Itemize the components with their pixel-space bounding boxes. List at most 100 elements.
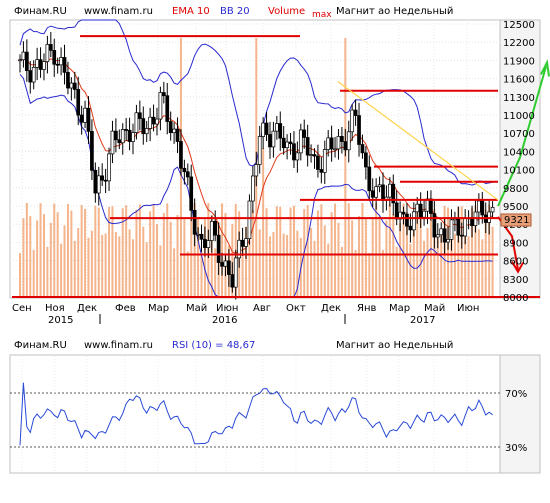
bb-legend: BB 20 [220, 6, 250, 17]
candle-body [326, 137, 331, 150]
candle-body [333, 148, 337, 151]
year-tick-label: 2015 [48, 315, 73, 326]
candle-body [343, 141, 348, 151]
month-tick-label: Янв [357, 303, 376, 314]
volume-bar [368, 252, 371, 298]
candle-body [62, 57, 67, 73]
volume-bar [77, 227, 80, 298]
volume-bar [423, 240, 426, 298]
candle-body [463, 218, 468, 237]
candle-body [21, 51, 26, 61]
candle-body [79, 114, 84, 123]
month-tick-label: Окт [286, 303, 306, 314]
volume-bar [481, 239, 484, 298]
candle-body [216, 234, 221, 263]
candle-body [422, 210, 426, 218]
month-tick-label: Май [186, 303, 207, 314]
candle-body [223, 260, 228, 267]
candle-body [418, 203, 423, 218]
rsi-site-link[interactable]: www.finam.ru [84, 340, 153, 351]
volume-bar [323, 225, 326, 298]
candle-body [230, 274, 235, 288]
candle-body [278, 123, 283, 139]
volume-bar [145, 242, 148, 298]
volume-bar [337, 222, 340, 298]
candle-body [69, 82, 74, 89]
volume-bar [63, 225, 66, 298]
candle-body [387, 183, 392, 198]
month-tick-label: Мар [148, 303, 169, 314]
candle-body [435, 234, 440, 238]
site-link[interactable]: www.finam.ru [84, 6, 153, 17]
candle-body [274, 123, 279, 132]
rsi-scale [499, 354, 541, 474]
candle-body [312, 154, 317, 157]
candle-body [138, 112, 142, 119]
candle-body [244, 238, 248, 247]
candle-body [127, 129, 132, 142]
volume-bar [491, 226, 494, 298]
candle-body [367, 166, 372, 192]
chart-canvas: 12500 12200 11900 11600 11300 11000 10700 10400… [9, 6, 550, 474]
volume-bar [279, 206, 282, 298]
candle-body [490, 207, 495, 213]
rsi-indicator-label: RSI (10) = 48,67 [172, 340, 255, 351]
candle-body [86, 107, 91, 132]
price-tick-label: 11000 [503, 111, 535, 122]
month-tick-label: Фев [115, 303, 136, 314]
volume-bar [313, 240, 316, 298]
volume-bar [176, 215, 179, 298]
volume-bar [385, 220, 388, 298]
candle-body [302, 129, 307, 138]
volume-bar [282, 233, 285, 298]
volume-bar [159, 245, 162, 298]
candle-body [96, 175, 101, 194]
candle-body [192, 210, 197, 235]
volume-bar [39, 203, 42, 298]
candle-body [254, 164, 259, 177]
volume-bar [56, 212, 59, 298]
candle-body [124, 129, 129, 131]
candle-body [251, 175, 255, 202]
month-tick-label: Дек [77, 303, 97, 314]
candle-body [175, 128, 180, 142]
volume-bar [381, 249, 384, 298]
candle-body [45, 44, 50, 62]
price-tick-label: 8600 [503, 257, 528, 268]
volume-bar [351, 220, 354, 298]
price-tick-label: 10400 [503, 147, 535, 158]
candle-body [196, 233, 200, 236]
candle-body [305, 137, 310, 156]
month-tick-label: Ноя [45, 303, 65, 314]
candle-body [209, 220, 214, 241]
rsi-level-70-label: 70% [505, 389, 527, 400]
candle-body [364, 152, 368, 168]
volume-bar [327, 243, 330, 298]
candle-body [271, 130, 276, 148]
month-tick-label: Май [424, 303, 445, 314]
volume-bar [132, 239, 135, 298]
volume-bar [214, 248, 217, 298]
chart-window: 12500 12200 11900 11600 11300 11000 10700 10400… [0, 0, 550, 499]
volume-bar [111, 206, 114, 298]
volume-bar [358, 216, 361, 298]
candle-body [55, 63, 60, 66]
candle-body [83, 107, 87, 123]
candle-body [477, 200, 481, 213]
candle-body [401, 211, 406, 215]
candle-body [381, 184, 385, 201]
candle-body [432, 213, 437, 238]
volume-bar [42, 214, 45, 298]
candle-body [240, 239, 245, 247]
candle-body [52, 50, 57, 65]
candle-body [408, 225, 413, 231]
candle-body [155, 118, 159, 125]
price-tick-label: 8000 [503, 293, 528, 304]
volume-max-label: max [312, 10, 332, 20]
candle-body [480, 200, 485, 216]
candle-body [360, 144, 365, 154]
month-tick-label: Дек [321, 303, 341, 314]
last-price-value: 9321 [504, 215, 529, 226]
candle-body [185, 171, 190, 178]
candle-body [446, 239, 450, 243]
